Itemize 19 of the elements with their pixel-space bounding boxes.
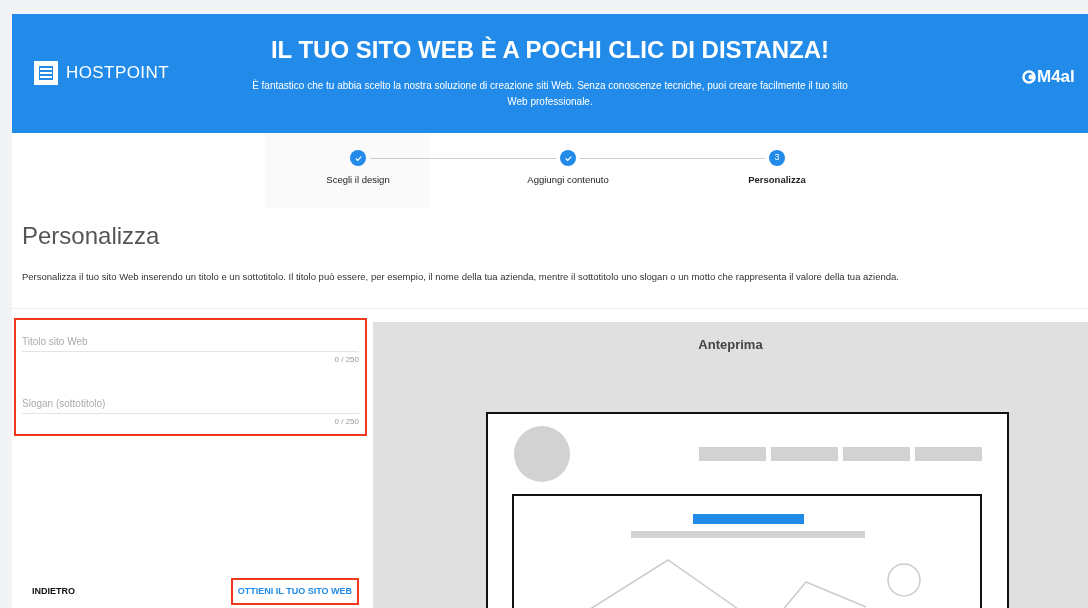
page-description: Personalizza il tuo sito Web inserendo un titolo e un sottotitolo. Il titolo può essere, per esempio, il nome della tua azienda, mentre il sottotitolo uno slogan o un motto che rappresenta il valore della tua azienda. bbox=[22, 270, 900, 284]
text-input-field[interactable]: Slogan (sottotitolo) bbox=[22, 396, 359, 415]
get-website-button[interactable]: OTTIENI IL TUO SITO WEB bbox=[230, 577, 359, 605]
step-label[interactable]: Scegli il design bbox=[278, 173, 438, 188]
character-counter: 0 / 250 bbox=[333, 416, 359, 429]
step-label[interactable]: Personalizza bbox=[697, 173, 857, 188]
back-button[interactable]: INDIETRO bbox=[32, 584, 75, 598]
banner-title: IL TUO SITO WEB È A POCHI CLIC DI DISTANZA! bbox=[270, 34, 830, 65]
step-label[interactable]: Aggiungi contenuto bbox=[488, 173, 648, 188]
step-number: 3 bbox=[769, 150, 785, 166]
character-counter: 0 / 250 bbox=[333, 354, 359, 367]
logo-icon bbox=[34, 60, 58, 85]
page-heading: Personalizza bbox=[22, 221, 161, 251]
partner-logo-text: M4al bbox=[1037, 66, 1075, 88]
partner-logo-icon bbox=[1022, 69, 1036, 84]
banner-subtitle: È fantastico che tu abbia scelto la nostra soluzione di creazione siti Web. Senza conoscenze tecniche, puoi creare facilmente il tuo sito Web professionale. bbox=[251, 78, 849, 109]
text-input-field[interactable]: Titolo sito Web bbox=[22, 334, 359, 353]
preview-title: Anteprima bbox=[697, 336, 764, 355]
logo-text: HOSTPOINT bbox=[66, 62, 169, 84]
